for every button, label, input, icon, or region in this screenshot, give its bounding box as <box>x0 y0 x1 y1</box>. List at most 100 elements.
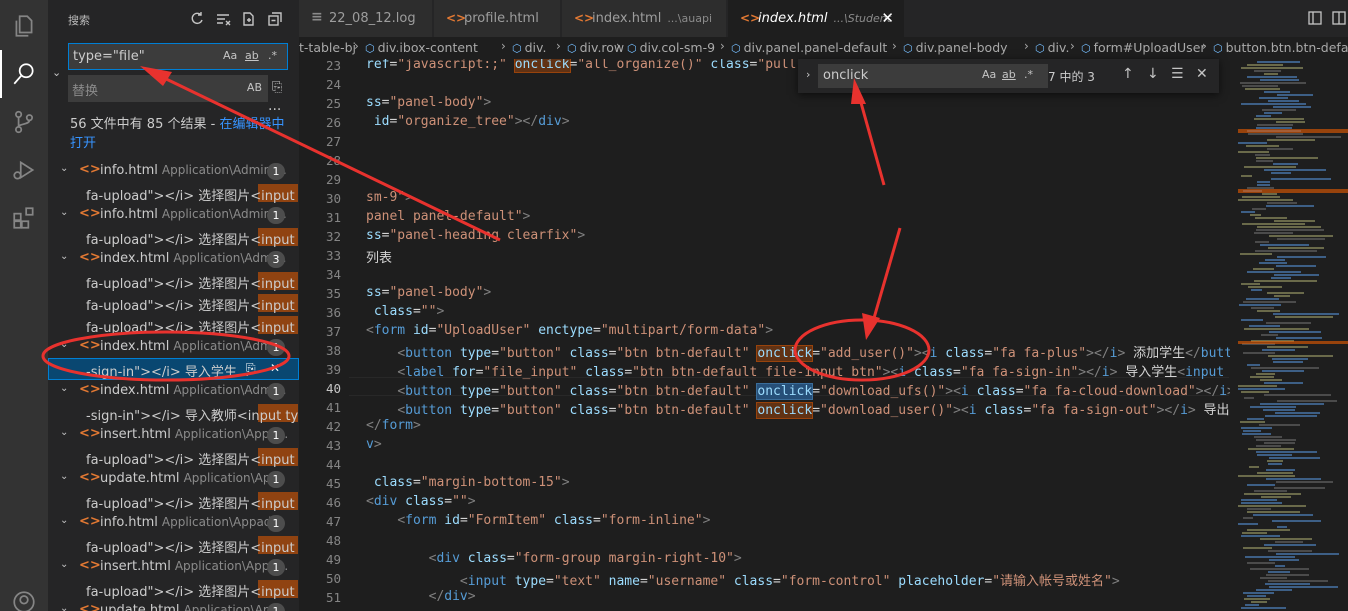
minimap[interactable] <box>1230 59 1348 611</box>
breadcrumb-item[interactable]: ⬡ div.col-sm-9 <box>627 40 715 55</box>
chevron-right-icon: › <box>1024 39 1029 53</box>
result-file[interactable]: ⌄<>update.htmlApplication\Ap...1 <box>48 468 299 490</box>
result-file[interactable]: ⌄ <> index.html Application\Admi... 3 <box>48 248 299 270</box>
tab-log[interactable]: ≡ 22_08_12.log <box>299 0 433 37</box>
tab-index-student[interactable]: <> index.html ...\Student ✕ <box>728 0 905 37</box>
breadcrumb-item[interactable]: ⬡ div. <box>512 40 546 55</box>
result-file[interactable]: ⌄ <> info.html Application\Admin\... 1 <box>48 160 299 182</box>
replace-icon[interactable]: ⎘ <box>246 361 256 376</box>
tab-index-auapi[interactable]: <> index.html ...\auapi <box>562 0 727 37</box>
minimap-line <box>1276 337 1322 339</box>
whole-word-icon[interactable]: ab <box>1002 68 1016 81</box>
result-file[interactable]: ⌄ <> insert.html Application\Appa... 1 <box>48 424 299 446</box>
activity-bar <box>0 0 48 611</box>
result-match[interactable]: fa-upload"></i> 选择图片<input t... <box>48 490 299 512</box>
chevron-down-icon[interactable]: ⌄ <box>60 163 68 174</box>
chevron-down-icon[interactable]: ⌄ <box>60 339 68 350</box>
result-match[interactable]: fa-upload"></i> 选择图片<input t... <box>48 270 299 292</box>
html-file-icon: <> <box>79 206 101 221</box>
result-match[interactable]: fa-upload"></i> 选择图片<input t... <box>48 226 299 248</box>
result-file[interactable]: ⌄ <> index.html Application\Admi... 1 <box>48 336 299 358</box>
replace-all-icon[interactable]: ⎘ <box>272 80 288 96</box>
result-file[interactable]: ⌄<>update.htmlApplication\Ap...1 <box>48 600 299 611</box>
regex-icon[interactable]: .* <box>268 49 277 62</box>
previous-match-icon[interactable]: ↑ <box>1122 66 1134 82</box>
whole-word-icon[interactable]: ab <box>245 49 259 62</box>
result-match[interactable]: fa-upload"></i> 选择图片<input t... <box>48 314 299 336</box>
minimap-match-marker <box>1238 189 1348 193</box>
result-match[interactable]: -sign-in"></i> 导入教师<input typ... <box>48 402 299 424</box>
line-number: 31 <box>325 210 341 225</box>
run-debug-icon[interactable] <box>0 146 48 194</box>
minimap-line <box>1244 328 1309 330</box>
element-icon: ⬡ <box>1081 42 1091 55</box>
breadcrumb-item[interactable]: ⬡button.btn.btn-default <box>1213 40 1348 55</box>
next-match-icon[interactable]: ↓ <box>1147 66 1159 82</box>
result-count-badge: 1 <box>267 207 285 224</box>
chevron-down-icon[interactable]: ⌄ <box>60 559 68 570</box>
refresh-icon[interactable] <box>188 10 206 28</box>
result-file[interactable]: ⌄ <> index.html Application\Admi... 1 <box>48 380 299 402</box>
close-icon[interactable]: ✕ <box>881 9 894 27</box>
code-line: class=""> <box>373 304 445 319</box>
result-file[interactable]: ⌄ <> info.html Application\Admin\... 1 <box>48 204 299 226</box>
log-file-icon: ≡ <box>311 9 323 25</box>
explorer-icon[interactable] <box>0 2 48 50</box>
close-icon[interactable]: ✕ <box>1196 66 1208 82</box>
compare-icon[interactable] <box>1307 10 1325 28</box>
clear-results-icon[interactable] <box>214 10 232 28</box>
match-case-icon[interactable]: Aa <box>982 68 996 81</box>
breadcrumb-item[interactable]: ⬡ div.ibox-content <box>365 40 478 55</box>
result-match[interactable]: fa-upload"></i> 选择图片<input t... <box>48 446 299 468</box>
match-case-icon[interactable]: Aa <box>223 49 237 62</box>
chevron-down-icon[interactable]: ⌄ <box>60 471 68 482</box>
result-match[interactable]: fa-upload"></i> 选择图片<input t... <box>48 578 299 600</box>
minimap-line <box>1274 274 1319 276</box>
line-number: 28 <box>325 153 341 168</box>
sidebar-title: 搜索 <box>68 14 90 27</box>
regex-icon[interactable]: .* <box>1024 68 1033 81</box>
split-editor-icon[interactable] <box>1331 10 1348 28</box>
result-match[interactable]: fa-upload"></i> 选择图片<input t... <box>48 292 299 314</box>
search-input[interactable]: type="file" Aa ab .* <box>68 43 288 70</box>
result-match[interactable]: fa-upload"></i> 选择图片<input t... <box>48 534 299 556</box>
find-in-selection-icon[interactable]: ☰ <box>1171 66 1184 82</box>
code-line: </div> <box>428 589 476 604</box>
minimap-line <box>1256 589 1292 591</box>
extensions-icon[interactable] <box>0 194 48 242</box>
code-editor[interactable]: 23 24 25 26 27 28 29 30 31 32 33 34 35 36 37 38 39 40 41 42… <box>299 59 1230 611</box>
replace-input[interactable]: 替换 AB <box>68 75 268 102</box>
minimap-line <box>1257 454 1292 456</box>
minimap-line <box>1267 292 1304 294</box>
result-match[interactable]: fa-upload"></i> 选择图片<input t... <box>48 182 299 204</box>
breadcrumb-item[interactable]: ⬡ div. <box>1035 40 1069 55</box>
breadcrumb-item[interactable]: ⬡ div.panel.panel-default <box>731 40 887 55</box>
result-file[interactable]: ⌄ <> insert.html Application\Appa... 1 <box>48 556 299 578</box>
chevron-down-icon[interactable]: ⌄ <box>60 427 68 438</box>
chevron-down-icon[interactable]: ⌄ <box>60 603 68 611</box>
tab-profile[interactable]: <> profile.html <box>434 0 561 37</box>
dismiss-icon[interactable]: ✕ <box>270 361 280 375</box>
breadcrumb-item[interactable]: t-table-bj <box>299 40 356 55</box>
breadcrumb-item[interactable]: ⬡ form#UploadUser <box>1081 40 1206 55</box>
account-icon[interactable] <box>0 578 48 611</box>
source-control-icon[interactable] <box>0 98 48 146</box>
toggle-replace-icon[interactable]: › <box>806 68 810 81</box>
result-match[interactable]: -sign-in"></i> 导入学生... ⎘ ✕ <box>48 358 299 380</box>
preserve-case-icon[interactable]: AB <box>247 81 262 94</box>
chevron-down-icon[interactable]: ⌄ <box>60 207 68 218</box>
search-icon[interactable] <box>0 50 48 98</box>
chevron-right-icon: › <box>892 39 897 53</box>
toggle-details-icon[interactable]: ... <box>268 98 281 114</box>
toggle-replace-icon[interactable]: ⌄ <box>52 66 66 80</box>
breadcrumb-item[interactable]: ⬡ div.panel-body <box>903 40 1008 55</box>
minimap-line <box>1254 436 1282 438</box>
collapse-all-icon[interactable] <box>266 10 284 28</box>
new-search-editor-icon[interactable] <box>240 10 258 28</box>
chevron-down-icon[interactable]: ⌄ <box>60 251 68 262</box>
chevron-down-icon[interactable]: ⌄ <box>60 383 68 394</box>
minimap-line <box>1264 544 1316 546</box>
result-file[interactable]: ⌄ <> info.html Application\Appad... 1 <box>48 512 299 534</box>
code-line: <button type="button" class="btn btn-def… <box>397 402 1230 419</box>
chevron-down-icon[interactable]: ⌄ <box>60 515 68 526</box>
